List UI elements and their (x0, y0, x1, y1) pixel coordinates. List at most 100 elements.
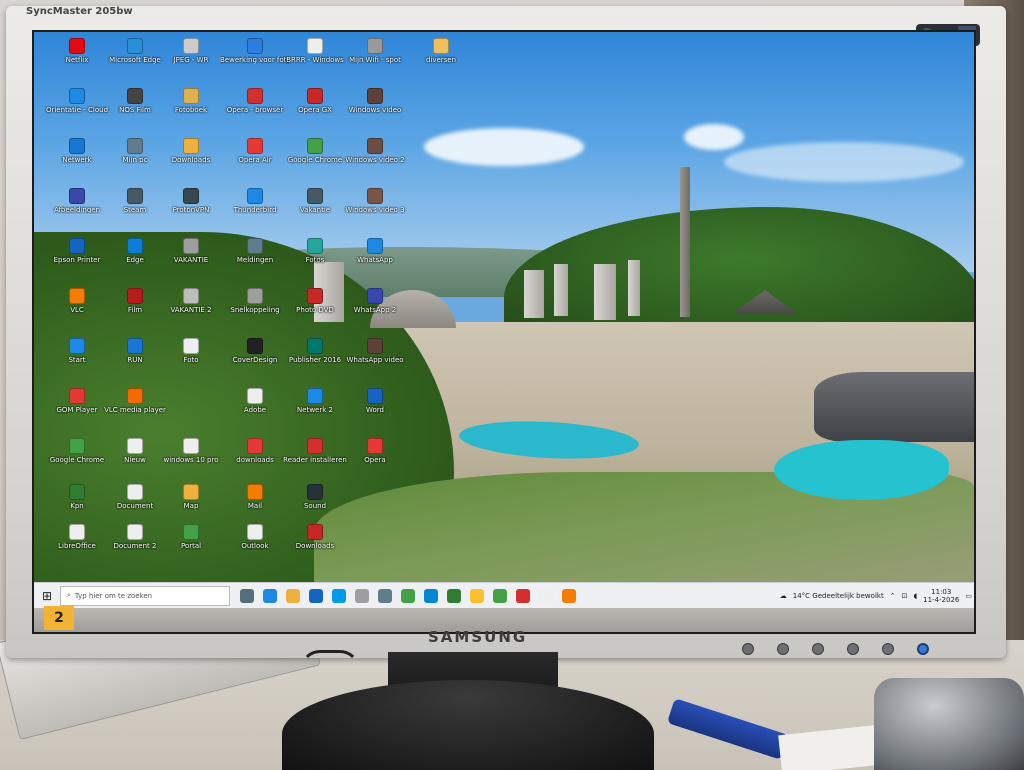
clock[interactable]: 11:03 11-4-2026 (923, 588, 959, 604)
network-icon[interactable]: ⊡ (902, 592, 908, 600)
app-icon (307, 138, 323, 154)
app-icon (127, 238, 143, 254)
wallpaper-lake-right (774, 440, 949, 500)
desktop-icon[interactable]: Map (156, 484, 226, 510)
taskbar-edge-icon[interactable] (263, 588, 277, 603)
monitor-button[interactable] (812, 643, 824, 655)
taskbar-store-icon[interactable] (332, 588, 346, 603)
app-icon (367, 238, 383, 254)
desktop-icon[interactable]: Windows video 2 (340, 138, 410, 164)
app-icon (307, 484, 323, 500)
taskbar-task-view-icon[interactable] (240, 588, 254, 603)
app-icon (247, 338, 263, 354)
desktop-icon[interactable]: Sound (280, 484, 350, 510)
monitor-buttons (742, 643, 929, 655)
desktop-icon[interactable]: Portal (156, 524, 226, 550)
app-icon (433, 38, 449, 54)
desktop-icon[interactable]: VLC media player (100, 388, 170, 414)
app-icon (127, 188, 143, 204)
app-icon (367, 88, 383, 104)
taskbar: ⊞ ⌕ Typ hier om te zoeken ☁ 14°C Gedeelt… (34, 582, 974, 609)
taskbar-photos-icon[interactable] (309, 588, 323, 603)
app-icon (367, 38, 383, 54)
desktop-icon-label: windows 10 pro (163, 456, 219, 464)
desktop-icon-label: Windows video 3 (345, 206, 405, 214)
start-button[interactable]: ⊞ (34, 583, 60, 609)
desktop-icon[interactable]: diversen (406, 38, 476, 64)
app-icon (69, 388, 85, 404)
app-icon (183, 524, 199, 540)
app-icon (367, 388, 383, 404)
app-icon (247, 238, 263, 254)
taskbar-media-icon[interactable] (355, 588, 369, 603)
monitor-button[interactable] (882, 643, 894, 655)
desktop-icon[interactable]: WhatsApp 2 (340, 288, 410, 314)
desktop-icon[interactable]: Downloads (280, 524, 350, 550)
brand-logo: SAMSUNG (428, 628, 528, 646)
desktop-icon-label: diversen (425, 56, 457, 64)
taskbar-mail-icon[interactable] (562, 588, 576, 603)
monitor-button[interactable] (742, 643, 754, 655)
desktop-icon[interactable]: windows 10 pro (156, 438, 226, 464)
taskbar-file-explorer-icon[interactable] (286, 588, 300, 603)
power-button[interactable] (917, 643, 929, 655)
taskbar-notepad-icon[interactable] (539, 588, 553, 603)
taskbar-chrome-icon[interactable] (493, 588, 507, 603)
cloud (424, 128, 584, 166)
desktop-icon[interactable]: ProtonVPN (156, 188, 226, 214)
app-icon (183, 188, 199, 204)
desktop-icon[interactable]: Word (340, 388, 410, 414)
taskbar-opera-icon[interactable] (516, 588, 530, 603)
app-icon (127, 288, 143, 304)
cloud (724, 142, 964, 182)
monitor-button[interactable] (847, 643, 859, 655)
chevron-up-icon[interactable]: ⌃ (890, 592, 896, 600)
desktop-icon-label: Downloads (171, 156, 211, 164)
model-label: SyncMaster 205bw (26, 6, 133, 17)
app-icon (307, 238, 323, 254)
app-icon (367, 288, 383, 304)
app-icon (367, 138, 383, 154)
desktop-icon[interactable]: VAKANTIE (156, 238, 226, 264)
app-icon (127, 88, 143, 104)
clock-time: 11:03 (931, 587, 952, 596)
weather-icon: ☁ (779, 591, 787, 600)
desktop-icon-label: WhatsApp video (346, 356, 404, 364)
desktop-icon[interactable]: Windows video (340, 88, 410, 114)
desktop-icon[interactable]: VAKANTIE 2 (156, 288, 226, 314)
desktop-icon[interactable]: Opera (340, 438, 410, 464)
taskbar-network-icon[interactable] (424, 588, 438, 603)
desktop-icon[interactable]: Fotoboek (156, 88, 226, 114)
taskbar-photos2-icon[interactable] (470, 588, 484, 603)
app-icon (127, 338, 143, 354)
search-input[interactable]: ⌕ Typ hier om te zoeken (60, 585, 230, 606)
app-icon (247, 288, 263, 304)
taskbar-whatsapp-icon[interactable] (447, 588, 461, 603)
app-icon (69, 484, 85, 500)
desktop-icon[interactable]: JPEG - WR (156, 38, 226, 64)
monitor-button[interactable] (777, 643, 789, 655)
desktop-icon[interactable]: WhatsApp video (340, 338, 410, 364)
desktop-icon[interactable]: Windows video 3 (340, 188, 410, 214)
number-sticker: 2 (44, 606, 74, 630)
app-icon (69, 88, 85, 104)
app-icon (127, 438, 143, 454)
desktop-icon[interactable]: Mijn Wifi - spot (340, 38, 410, 64)
desktop-icon[interactable]: WhatsApp (340, 238, 410, 264)
app-icon (69, 188, 85, 204)
cloud (684, 124, 744, 150)
volume-icon[interactable]: ◖ (913, 592, 917, 600)
app-icon (183, 38, 199, 54)
desktop-icon-label: JPEG - WR (173, 56, 209, 64)
weather-text[interactable]: 14°C Gedeeltelijk bewolkt (793, 592, 884, 600)
taskbar-spotify-icon[interactable] (401, 588, 415, 603)
app-icon (307, 188, 323, 204)
app-icon (183, 484, 199, 500)
desktop-icon-label: WhatsApp 2 (353, 306, 397, 314)
notification-icon[interactable]: ▭ (965, 592, 972, 600)
desktop-icon[interactable]: Downloads (156, 138, 226, 164)
app-icon (247, 388, 263, 404)
desktop-icon-label: ProtonVPN (172, 206, 210, 214)
taskbar-settings-icon[interactable] (378, 588, 392, 603)
desktop-icon[interactable]: Foto (156, 338, 226, 364)
